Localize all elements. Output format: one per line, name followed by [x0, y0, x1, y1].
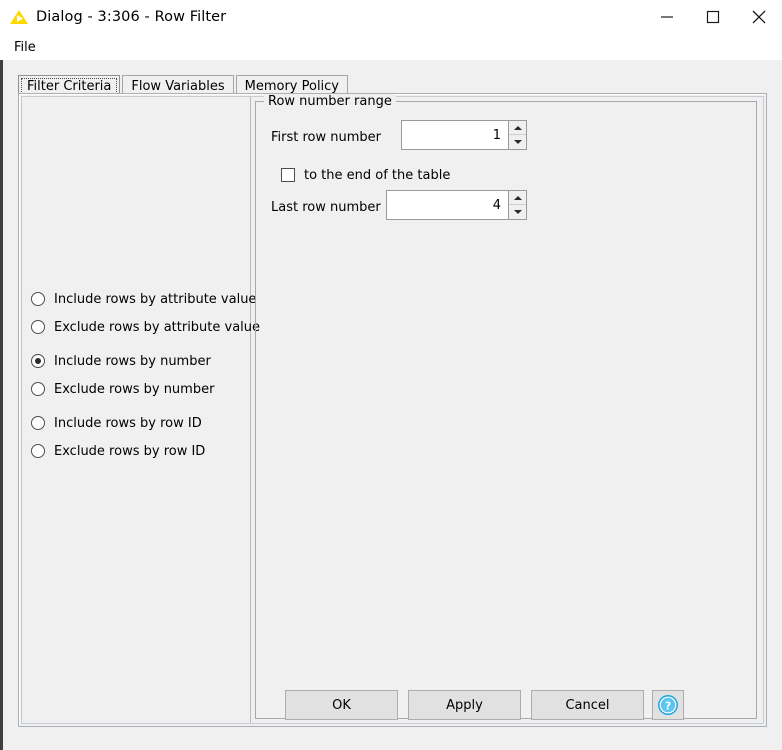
window-controls [644, 0, 782, 34]
filter-criteria-panel: Include rows by attribute value Exclude … [18, 93, 767, 727]
knime-node-triangle-icon [10, 10, 28, 24]
first-row-number-increment-button[interactable] [509, 121, 526, 135]
ok-button[interactable]: OK [285, 690, 398, 720]
last-row-number-increment-button[interactable] [509, 191, 526, 205]
radio-icon [31, 382, 45, 396]
first-row-number-decrement-button[interactable] [509, 135, 526, 149]
radio-icon [31, 416, 45, 430]
tab-flow-variables-label: Flow Variables [131, 79, 225, 94]
title-bar: Dialog - 3:306 - Row Filter [0, 0, 782, 34]
help-button[interactable]: ? [652, 690, 684, 720]
chevron-down-icon [513, 140, 522, 144]
first-row-number-stepper [508, 121, 526, 149]
radio-exclude-rows-by-attribute-value[interactable]: Exclude rows by attribute value [31, 313, 260, 341]
tab-memory-policy-label: Memory Policy [244, 79, 340, 94]
maximize-icon [706, 10, 720, 24]
first-row-number-input[interactable]: 1 [402, 121, 508, 149]
help-question-icon: ? [658, 695, 678, 715]
radio-include-rows-by-attribute-value[interactable]: Include rows by attribute value [31, 285, 256, 313]
radio-exclude-rows-by-number[interactable]: Exclude rows by number [31, 375, 246, 403]
apply-button-label: Apply [446, 697, 483, 713]
to-end-of-table-checkbox[interactable]: to the end of the table [281, 164, 450, 186]
first-row-number-spinner[interactable]: 1 [401, 120, 527, 150]
last-row-number-spinner[interactable]: 4 [386, 190, 527, 220]
cancel-button-label: Cancel [565, 697, 610, 713]
filter-mode-column: Include rows by attribute value Exclude … [22, 97, 260, 723]
radio-icon-selected [31, 354, 45, 368]
last-row-number-input[interactable]: 4 [387, 191, 508, 219]
maximize-button[interactable] [690, 0, 736, 34]
filter-mode-radio-group: Include rows by attribute value Exclude … [31, 285, 260, 465]
close-button[interactable] [736, 0, 782, 34]
radio-icon [31, 292, 45, 306]
first-row-number-label: First row number [271, 129, 382, 145]
radio-icon [31, 444, 45, 458]
menu-bar: File [0, 34, 782, 60]
chevron-up-icon [513, 125, 522, 130]
last-row-number-label: Last row number [271, 199, 381, 215]
ok-button-label: OK [332, 697, 351, 713]
apply-button[interactable]: Apply [408, 690, 521, 720]
menu-item-file[interactable]: File [10, 38, 40, 57]
svg-text:?: ? [665, 700, 671, 712]
last-row-number-decrement-button[interactable] [509, 205, 526, 219]
radio-icon [31, 320, 45, 334]
minimize-button[interactable] [644, 0, 690, 34]
to-end-of-table-label: to the end of the table [304, 167, 451, 183]
dialog-body: Filter Criteria Flow Variables Memory Po… [0, 60, 782, 750]
last-row-number-stepper [508, 191, 526, 219]
radio-label: Include rows by number [54, 353, 211, 369]
radio-label: Exclude rows by attribute value [54, 319, 261, 335]
dialog-footer: OK Apply Cancel ? [3, 668, 782, 750]
row-filter-dialog-window: Dialog - 3:306 - Row Filter File Filter … [0, 0, 782, 750]
cancel-button[interactable]: Cancel [531, 690, 644, 720]
row-number-range-groupbox: Row number range First row number 1 to t… [255, 94, 757, 719]
radio-label: Exclude rows by number [54, 381, 215, 397]
radio-label: Include rows by row ID [54, 415, 202, 431]
row-number-range-column: Row number range First row number 1 to t… [252, 94, 763, 723]
chevron-down-icon [513, 210, 522, 214]
radio-exclude-rows-by-row-id[interactable]: Exclude rows by row ID [31, 437, 246, 465]
radio-include-rows-by-row-id[interactable]: Include rows by row ID [31, 409, 246, 437]
radio-label: Exclude rows by row ID [54, 443, 206, 459]
window-title: Dialog - 3:306 - Row Filter [36, 9, 227, 25]
radio-include-rows-by-number[interactable]: Include rows by number [31, 347, 246, 375]
panel-inner: Include rows by attribute value Exclude … [21, 94, 764, 724]
minimize-icon [661, 16, 673, 18]
checkbox-icon [281, 168, 295, 182]
radio-label: Include rows by attribute value [54, 291, 257, 307]
row-number-range-title: Row number range [264, 94, 396, 109]
tab-filter-criteria-label: Filter Criteria [27, 79, 112, 94]
chevron-up-icon [513, 195, 522, 200]
close-icon [752, 10, 766, 24]
